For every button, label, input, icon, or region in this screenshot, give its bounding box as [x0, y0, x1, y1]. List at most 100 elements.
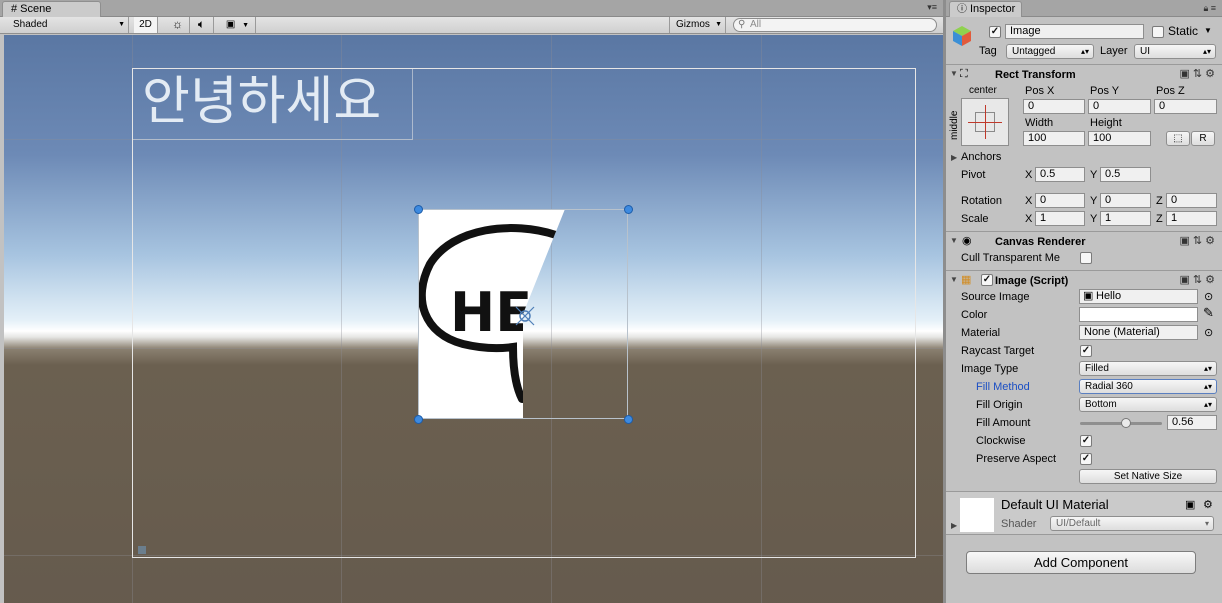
layer-dropdown[interactable]: UI ▴▾: [1134, 44, 1216, 59]
width-field[interactable]: 100: [1023, 131, 1085, 146]
rot-x-field[interactable]: 0: [1035, 193, 1085, 208]
clockwise-label: Clockwise: [976, 435, 1026, 447]
canvas-corner-icon: [138, 546, 146, 554]
raycast-target-checkbox[interactable]: ✓: [1080, 345, 1092, 357]
pivot-y-field[interactable]: 0.5: [1100, 167, 1151, 182]
anchors-label[interactable]: Anchors: [961, 150, 1001, 164]
scale-z-label: Z: [1156, 213, 1163, 225]
search-placeholder: All: [750, 19, 762, 30]
anchor-v-label: middle: [949, 110, 960, 140]
audio-toggle[interactable]: 🔈︎: [190, 17, 214, 33]
image-type-value: Filled: [1085, 363, 1109, 374]
scale-label: Scale: [961, 213, 989, 225]
raw-edit-label: R: [1199, 133, 1207, 144]
tab-inspector[interactable]: ⓘ Inspector: [949, 1, 1022, 17]
lock-icon[interactable]: 🔒︎ ≡: [1203, 3, 1216, 14]
raw-edit-button[interactable]: R: [1191, 131, 1215, 146]
korean-text[interactable]: 안녕하세요: [142, 67, 381, 137]
foldout-collapsed-icon[interactable]: ▶: [951, 153, 957, 162]
foldout-expanded-icon: ▼: [950, 69, 958, 78]
pos-y-label: Pos Y: [1090, 85, 1120, 97]
scene-tabbar: # Scene ▾≡: [0, 0, 943, 17]
effects-dropdown[interactable]: ▣ ▼: [220, 17, 256, 33]
rot-y-field[interactable]: 0: [1100, 193, 1151, 208]
anchor-presets-button[interactable]: [961, 98, 1009, 146]
help-icon[interactable]: ▣: [1185, 498, 1195, 512]
resize-handle-bottom-left[interactable]: [414, 415, 423, 424]
pos-z-field[interactable]: 0: [1154, 99, 1217, 114]
gizmos-dropdown[interactable]: Gizmos ▼: [669, 17, 726, 33]
image-type-dropdown[interactable]: Filled ▴▾: [1079, 361, 1217, 376]
set-native-size-button[interactable]: Set Native Size: [1079, 469, 1217, 484]
static-label: Static: [1168, 24, 1199, 38]
static-checkbox[interactable]: [1152, 26, 1164, 38]
chevron-down-icon: ▼: [242, 22, 250, 29]
pivot-x-field[interactable]: 0.5: [1035, 167, 1085, 182]
shading-mode-value: Shaded: [13, 19, 48, 30]
scale-y-field[interactable]: 1: [1100, 211, 1151, 226]
resize-handle-top-left[interactable]: [414, 205, 423, 214]
chevron-down-icon[interactable]: ▼: [1204, 24, 1212, 38]
grid-icon: #: [11, 3, 18, 15]
foldout-expanded-icon: ▼: [950, 236, 958, 245]
resize-handle-top-right[interactable]: [624, 205, 633, 214]
pos-y-field[interactable]: 0: [1088, 99, 1151, 114]
tab-inspector-label: Inspector: [970, 3, 1016, 15]
component-menu-icons[interactable]: ▣⇅⚙: [1180, 67, 1218, 80]
pos-x-field[interactable]: 0: [1023, 99, 1085, 114]
fill-amount-field[interactable]: 0.56: [1167, 415, 1217, 430]
resize-handle-bottom-right[interactable]: [624, 415, 633, 424]
fill-method-dropdown[interactable]: Radial 360 ▴▾: [1079, 379, 1217, 394]
color-swatch[interactable]: [1079, 307, 1198, 322]
image-script-header[interactable]: ▼ ▦ ✓ Image (Script) ▣⇅⚙: [946, 270, 1222, 289]
gear-icon[interactable]: ⚙: [1203, 498, 1213, 512]
blueprint-mode-button[interactable]: ⬚: [1166, 131, 1190, 146]
scene-search-input[interactable]: ⚲ All: [733, 18, 937, 32]
fill-amount-label: Fill Amount: [976, 417, 1031, 429]
source-image-field[interactable]: ▣ Hello: [1079, 289, 1198, 304]
image-enabled-checkbox[interactable]: ✓: [981, 274, 993, 286]
shading-mode-dropdown[interactable]: Shaded ▼: [0, 17, 129, 33]
preserve-aspect-checkbox[interactable]: ✓: [1080, 453, 1092, 465]
add-component-button[interactable]: Add Component: [966, 551, 1196, 574]
cull-transparent-checkbox[interactable]: [1080, 252, 1092, 264]
fill-origin-dropdown[interactable]: Bottom ▴▾: [1079, 397, 1217, 412]
object-picker-icon[interactable]: ⊙: [1204, 326, 1213, 340]
component-menu-icons[interactable]: ▣⇅⚙: [1180, 273, 1218, 286]
color-label: Color: [961, 309, 988, 321]
2d-mode-toggle[interactable]: 2D: [134, 17, 158, 33]
component-menu-icons[interactable]: ▣⇅⚙: [1180, 234, 1218, 247]
fill-amount-slider-knob[interactable]: [1121, 418, 1131, 428]
clockwise-checkbox[interactable]: ✓: [1080, 435, 1092, 447]
rot-z-field[interactable]: 0: [1166, 193, 1217, 208]
anchor-hline: [968, 122, 1002, 123]
height-field[interactable]: 100: [1088, 131, 1151, 146]
lighting-toggle[interactable]: ☼: [166, 17, 190, 33]
shader-dropdown[interactable]: UI/Default ▾: [1050, 516, 1214, 531]
material-field[interactable]: None (Material): [1079, 325, 1198, 340]
tag-dropdown[interactable]: Untagged ▴▾: [1006, 44, 1094, 59]
fill-method-value: Radial 360: [1085, 381, 1133, 392]
panel-menu-icon[interactable]: ▾≡: [927, 2, 937, 13]
material-label: Material: [961, 327, 1001, 339]
rect-transform-header[interactable]: ▼ ⛶ Rect Transform ▣⇅⚙: [946, 64, 1222, 83]
scale-z-field[interactable]: 1: [1166, 211, 1217, 226]
set-native-size-label: Set Native Size: [1113, 471, 1183, 482]
foldout-collapsed-icon[interactable]: ▶: [951, 521, 957, 530]
eyedropper-icon[interactable]: ✎: [1203, 306, 1214, 320]
chevron-down-icon: ▼: [715, 21, 722, 28]
tab-scene-label: Scene: [20, 3, 52, 15]
pivot-icon[interactable]: [514, 305, 536, 327]
scene-viewport[interactable]: 안녕하세요 HEL: [4, 35, 943, 603]
object-picker-icon[interactable]: ⊙: [1204, 290, 1213, 304]
tab-scene[interactable]: # Scene: [2, 1, 101, 17]
object-name-input[interactable]: Image: [1005, 24, 1144, 39]
active-checkbox[interactable]: ✓: [989, 26, 1001, 38]
material-thumbnail: [960, 498, 994, 532]
scale-x-field[interactable]: 1: [1035, 211, 1085, 226]
canvas-renderer-header[interactable]: ▼ ◉ Canvas Renderer ▣⇅⚙: [946, 231, 1222, 250]
scene-toolbar: Shaded ▼ 2D ☼ 🔈︎ ▣ ▼ Gizmos ▼ ⚲ All: [0, 17, 943, 34]
tag-label: Tag: [979, 45, 997, 57]
sun-icon: ☼: [172, 17, 183, 31]
updown-icon: ▴▾: [1203, 400, 1212, 409]
